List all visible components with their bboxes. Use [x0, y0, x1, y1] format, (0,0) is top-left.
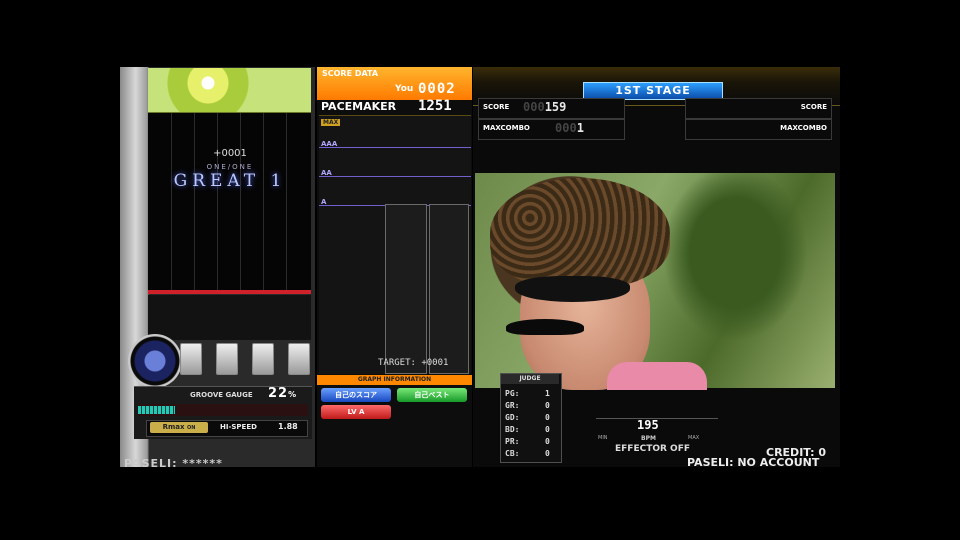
- target-diff: TARGET: +0001: [378, 358, 449, 368]
- judge-row-value: 0: [545, 425, 550, 434]
- p1-combo-box: MAXCOMBO 0001: [478, 119, 625, 140]
- video-hair: [490, 178, 670, 288]
- judge-row-label: GD:: [505, 413, 520, 422]
- p1-score-digits: 159: [544, 100, 567, 114]
- judge-row-value: 0: [545, 401, 550, 410]
- personal-best-button[interactable]: 自己ベスト: [397, 388, 467, 402]
- you-score: 0002: [418, 81, 456, 97]
- turntable-icon[interactable]: [128, 334, 182, 388]
- key-button[interactable]: [180, 343, 202, 375]
- grade-label-aaa: AAA: [321, 140, 338, 148]
- lane-divider: [217, 113, 218, 293]
- p1-score-label: SCORE: [483, 103, 510, 111]
- bpm-max-label: MAX: [688, 435, 700, 441]
- p1-combo-label: MAXCOMBO: [483, 124, 530, 132]
- random-label: Rmax: [162, 423, 185, 431]
- gauge-number: 22: [268, 386, 289, 401]
- bpm-label: BPM: [641, 435, 656, 442]
- random-sub: ON: [186, 425, 196, 431]
- judge-row-label: GR:: [505, 401, 520, 410]
- grade-line-aa: [319, 176, 471, 177]
- p1-combo-value: 0001: [555, 121, 584, 135]
- graph-bar-you: [385, 204, 427, 374]
- hispeed-value: 1.88: [278, 422, 298, 431]
- mid-bottom-panel: [317, 422, 472, 467]
- key-button[interactable]: [252, 343, 274, 375]
- own-score-button[interactable]: 自己のスコア: [321, 388, 391, 402]
- video-shirt: [607, 362, 707, 390]
- key-row: [180, 343, 312, 375]
- judge-text: GREAT 1: [173, 171, 287, 191]
- p2-combo-label: MAXCOMBO: [780, 124, 827, 132]
- video-sunglasses: [515, 276, 630, 302]
- judge-popup: +0001 ONE/ONE GREAT 1: [160, 148, 300, 191]
- judge-row-value: 0: [545, 413, 550, 422]
- gauge-unit: %: [288, 390, 298, 399]
- graph-bar-pacemaker: [429, 204, 469, 374]
- random-option: Rmax ON: [150, 422, 208, 433]
- judge-table-title: JUDGE: [501, 374, 559, 384]
- lane-divider: [171, 113, 172, 293]
- groove-gauge-value: 22%: [268, 386, 297, 401]
- graph-information-header: GRAPH INFORMATION: [317, 375, 472, 385]
- pacemaker-score: 1251: [418, 98, 452, 114]
- judge-row-label: BD:: [505, 425, 520, 434]
- judge-sub-label: ONE/ONE: [206, 163, 254, 171]
- lane-divider: [240, 113, 241, 293]
- judge-row-value: 0: [545, 437, 550, 446]
- score-graph: AAA AA A: [319, 115, 471, 374]
- grade-label-aa: AA: [321, 169, 332, 177]
- score-data-title: SCORE DATA: [322, 69, 379, 78]
- level-a-button[interactable]: LV A: [321, 405, 391, 419]
- paseli-right: PASELI: NO ACCOUNT: [687, 456, 820, 469]
- p2-combo-box: MAXCOMBO: [685, 119, 832, 140]
- groove-gauge-fill: [138, 406, 176, 414]
- lane-cover-art: [148, 68, 311, 114]
- you-label: You: [395, 84, 414, 94]
- effector-status: EFFECTOR OFF: [615, 444, 690, 454]
- p2-score-label: SCORE: [800, 103, 827, 111]
- bpm-min-label: MIN: [598, 435, 608, 441]
- paseli-left: PASELI: ******: [124, 457, 223, 470]
- p1-score-value: 000159: [523, 100, 566, 114]
- grade-label-a: A: [321, 198, 327, 206]
- judge-row-label: PR:: [505, 437, 520, 446]
- judge-row-value: 1: [545, 389, 550, 398]
- groove-gauge-bar: [138, 404, 308, 416]
- grade-label-max: MAX: [321, 119, 341, 126]
- judge-offset: +0001: [213, 148, 247, 159]
- grade-line-aaa: [319, 147, 471, 148]
- judge-row-label: CB:: [505, 449, 520, 458]
- pacemaker-label: PACEMAKER: [321, 100, 397, 113]
- key-beam-area: [148, 295, 311, 340]
- lane-divider: [286, 113, 287, 293]
- game-screen: +0001 ONE/ONE GREAT 1 GROOVE GAUGE 22% R…: [120, 0, 840, 540]
- groove-gauge-label: GROOVE GAUGE: [190, 391, 253, 399]
- p1-combo-ghost: 000: [555, 121, 577, 135]
- p1-combo-digits: 1: [576, 121, 584, 135]
- lane-divider: [194, 113, 195, 293]
- bpm-value: 195: [637, 418, 659, 432]
- note-lanes: [148, 113, 311, 293]
- judge-row-value: 0: [545, 449, 550, 458]
- key-button[interactable]: [288, 343, 310, 375]
- judge-row-label: PG:: [505, 389, 520, 398]
- p1-score-box: SCORE 000159: [478, 98, 625, 119]
- hispeed-label: HI-SPEED: [220, 423, 257, 431]
- judge-line: [148, 290, 311, 294]
- p1-score-ghost: 000: [523, 100, 545, 114]
- key-button[interactable]: [216, 343, 238, 375]
- p2-score-box: SCORE: [685, 98, 832, 119]
- lane-divider: [263, 113, 264, 293]
- video-mustache: [506, 319, 584, 335]
